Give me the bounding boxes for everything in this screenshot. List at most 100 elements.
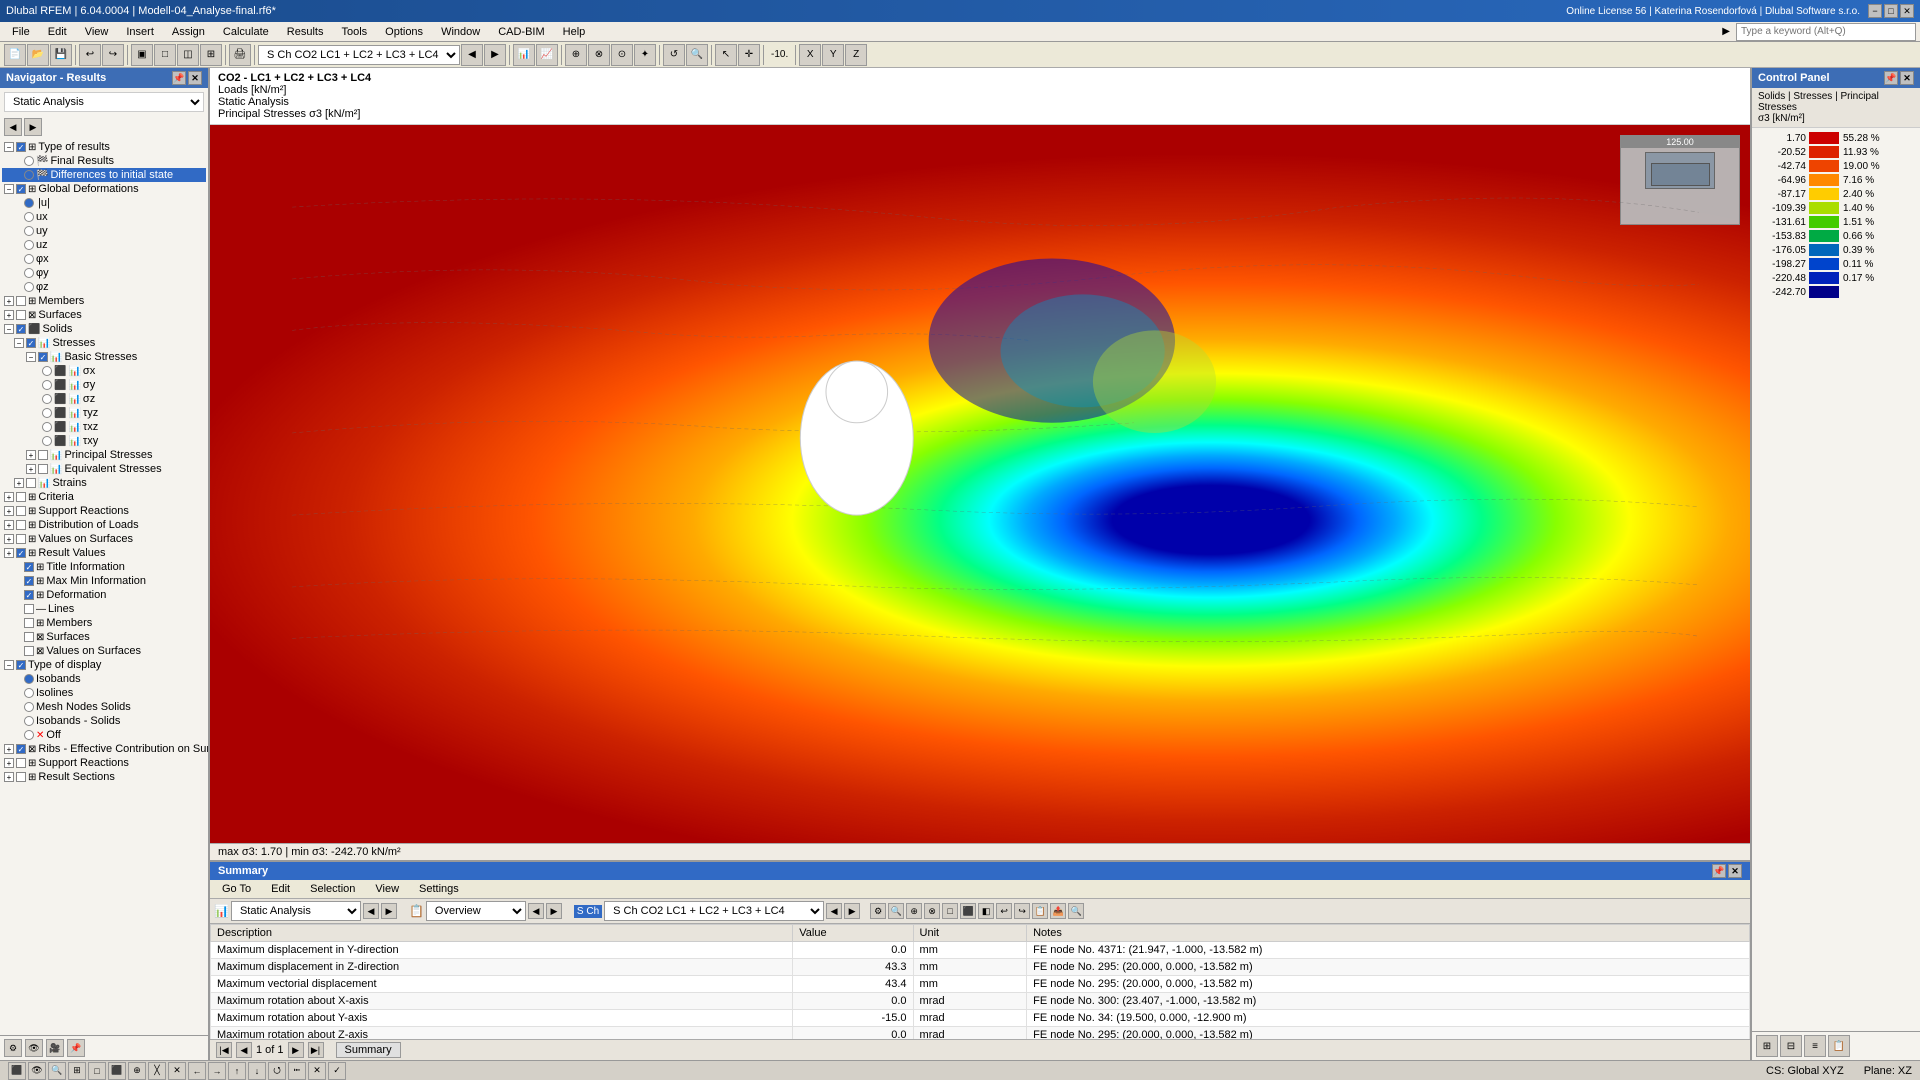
- table-row[interactable]: Maximum vectorial displacement 43.4 mm F…: [211, 976, 1750, 993]
- load-combo[interactable]: S Ch CO2 LC1 + LC2 + LC3 + LC4: [258, 45, 460, 65]
- summary-tool4[interactable]: ⊗: [924, 903, 940, 919]
- table-row[interactable]: Maximum rotation about Z-axis 0.0 mrad F…: [211, 1027, 1750, 1040]
- new-button[interactable]: 📄: [4, 44, 26, 66]
- summary-tool3[interactable]: ⊕: [906, 903, 922, 919]
- menu-file[interactable]: File: [4, 25, 38, 39]
- summary-menu-settings[interactable]: Settings: [411, 882, 467, 896]
- rotate[interactable]: ↺: [663, 44, 685, 66]
- status-x-close[interactable]: ✕: [308, 1062, 326, 1080]
- tree-values-surfaces-rv[interactable]: ⊠ Values on Surfaces: [2, 644, 206, 658]
- summary-prev[interactable]: ◀: [363, 903, 379, 919]
- tree-ribs[interactable]: + ✓ ⊠ Ribs - Effective Contribution on S…: [2, 742, 206, 756]
- tree-phix[interactable]: φx: [2, 252, 206, 266]
- tree-isobands[interactable]: Isobands: [2, 672, 206, 686]
- tree-tau-xz[interactable]: ⬛📊 τxz: [2, 420, 206, 434]
- summary-load-combo[interactable]: S Ch CO2 LC1 + LC2 + LC3 + LC4: [604, 901, 824, 921]
- tree-phiy[interactable]: φy: [2, 266, 206, 280]
- status-tool9[interactable]: ✕: [168, 1062, 186, 1080]
- open-button[interactable]: 📂: [27, 44, 49, 66]
- tree-type-of-results[interactable]: − ✓ ⊞ Type of results: [2, 140, 206, 154]
- summary-tool6[interactable]: ⬛: [960, 903, 976, 919]
- page-first-button[interactable]: |◀: [216, 1042, 232, 1058]
- page-next-button[interactable]: ▶: [288, 1042, 304, 1058]
- summary-next[interactable]: ▶: [381, 903, 397, 919]
- axis-y[interactable]: Y: [822, 44, 844, 66]
- tree-result-values[interactable]: + ✓ ⊞ Result Values: [2, 546, 206, 560]
- table-row[interactable]: Maximum displacement in Y-direction 0.0 …: [211, 942, 1750, 959]
- summary-menu-view[interactable]: View: [367, 882, 407, 896]
- result-type2[interactable]: 📈: [536, 44, 558, 66]
- status-tool6[interactable]: ⬛: [108, 1062, 126, 1080]
- tree-title-info[interactable]: ✓ ⊞ Title Information: [2, 560, 206, 574]
- status-tool2[interactable]: 👁: [28, 1062, 46, 1080]
- nav-prev[interactable]: ◀: [4, 118, 22, 136]
- tree-solids[interactable]: − ✓ ⬛ Solids: [2, 322, 206, 336]
- tree-off[interactable]: ✕ Off: [2, 728, 206, 742]
- nav-next[interactable]: ▶: [24, 118, 42, 136]
- cp-pin-button[interactable]: 📌: [1884, 71, 1898, 85]
- tree-members[interactable]: + ⊞ Members: [2, 294, 206, 308]
- summary-tool10[interactable]: 📋: [1032, 903, 1048, 919]
- search-input[interactable]: [1736, 23, 1916, 41]
- summary-tool1[interactable]: ⚙: [870, 903, 886, 919]
- select[interactable]: ↖: [715, 44, 737, 66]
- view1[interactable]: ▣: [131, 44, 153, 66]
- summary-tool2[interactable]: 🔍: [888, 903, 904, 919]
- save-button[interactable]: 💾: [50, 44, 72, 66]
- summary-tool11[interactable]: 📤: [1050, 903, 1066, 919]
- tool1[interactable]: ⊕: [565, 44, 587, 66]
- menu-tools[interactable]: Tools: [333, 25, 375, 39]
- close-button[interactable]: ✕: [1900, 4, 1914, 18]
- view2[interactable]: □: [154, 44, 176, 66]
- viewport-canvas[interactable]: 125.00: [210, 125, 1750, 843]
- tree-isobands-solids[interactable]: Isobands - Solids: [2, 714, 206, 728]
- tree-global-deformations[interactable]: − ✓ ⊞ Global Deformations: [2, 182, 206, 196]
- tree-sigma-z[interactable]: ⬛📊 σz: [2, 392, 206, 406]
- menu-help[interactable]: Help: [555, 25, 594, 39]
- tree-type-display[interactable]: − ✓ Type of display: [2, 658, 206, 672]
- tree-strains[interactable]: + 📊 Strains: [2, 476, 206, 490]
- tree-values-on-surfaces[interactable]: + ⊞ Values on Surfaces: [2, 532, 206, 546]
- tree-tau-yz[interactable]: ⬛📊 τyz: [2, 406, 206, 420]
- tree-lines[interactable]: — Lines: [2, 602, 206, 616]
- status-tool11[interactable]: ⭰: [288, 1062, 306, 1080]
- tree-surfaces-rv[interactable]: ⊠ Surfaces: [2, 630, 206, 644]
- summary-tool12[interactable]: 🔍: [1068, 903, 1084, 919]
- print-button[interactable]: 🖨: [229, 44, 251, 66]
- minimize-button[interactable]: −: [1868, 4, 1882, 18]
- menu-results[interactable]: Results: [279, 25, 332, 39]
- view3[interactable]: ◫: [177, 44, 199, 66]
- tree-support-reactions-2[interactable]: + ⊞ Support Reactions: [2, 756, 206, 770]
- maximize-button[interactable]: □: [1884, 4, 1898, 18]
- tree-equiv-stresses[interactable]: + 📊 Equivalent Stresses: [2, 462, 206, 476]
- status-arrow1[interactable]: ←: [188, 1062, 206, 1080]
- tool2[interactable]: ⊗: [588, 44, 610, 66]
- summary-view-prev[interactable]: ◀: [528, 903, 544, 919]
- navigator-combo[interactable]: Static Analysis: [4, 92, 204, 112]
- tree-ux[interactable]: ux: [2, 210, 206, 224]
- summary-tool7[interactable]: ◧: [978, 903, 994, 919]
- summary-load-next[interactable]: ▶: [844, 903, 860, 919]
- nav-pin-button[interactable]: 📌: [172, 71, 186, 85]
- summary-tool8[interactable]: ↩: [996, 903, 1012, 919]
- summary-tool9[interactable]: ↪: [1014, 903, 1030, 919]
- tree-final-results[interactable]: 🏁 Final Results: [2, 154, 206, 168]
- menu-window[interactable]: Window: [433, 25, 488, 39]
- nav-settings-button[interactable]: ⚙: [4, 1039, 22, 1057]
- status-tool3[interactable]: 🔍: [48, 1062, 66, 1080]
- summary-view-next[interactable]: ▶: [546, 903, 562, 919]
- cp-close-button[interactable]: ✕: [1900, 71, 1914, 85]
- nav-camera-button[interactable]: 🎥: [46, 1039, 64, 1057]
- summary-view-combo[interactable]: Overview: [426, 901, 526, 921]
- tree-surfaces[interactable]: + ⊠ Surfaces: [2, 308, 206, 322]
- table-row[interactable]: Maximum displacement in Z-direction 43.3…: [211, 959, 1750, 976]
- view4[interactable]: ⊞: [200, 44, 222, 66]
- tree-deformation[interactable]: ✓ ⊞ Deformation: [2, 588, 206, 602]
- cp-tool2[interactable]: ⊟: [1780, 1035, 1802, 1057]
- status-arrow4[interactable]: ↓: [248, 1062, 266, 1080]
- result-type1[interactable]: 📊: [513, 44, 535, 66]
- tree-mesh-nodes-solids[interactable]: Mesh Nodes Solids: [2, 700, 206, 714]
- status-arrow3[interactable]: ↑: [228, 1062, 246, 1080]
- summary-tool5[interactable]: □: [942, 903, 958, 919]
- move[interactable]: ✛: [738, 44, 760, 66]
